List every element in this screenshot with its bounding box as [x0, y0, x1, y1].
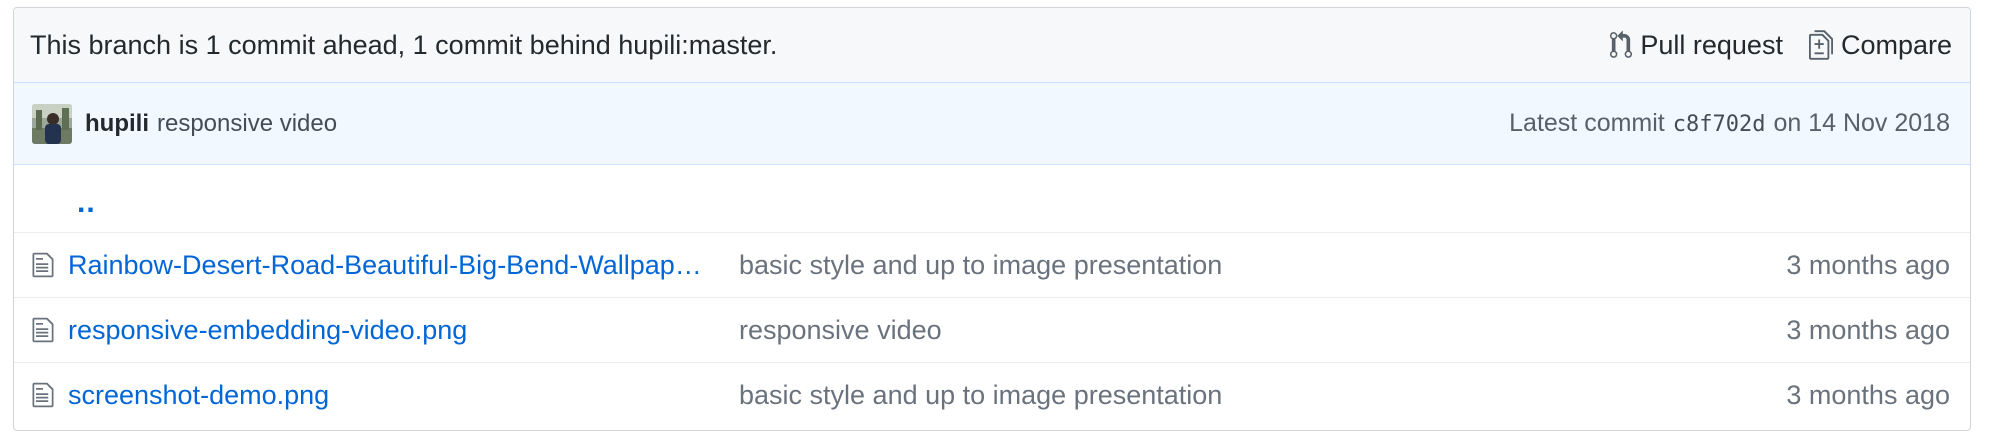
compare-label: Compare	[1840, 29, 1952, 60]
file-name-link[interactable]: responsive-embedding-video.png	[68, 315, 713, 346]
table-row: Rainbow-Desert-Road-Beautiful-Big-Bend-W…	[14, 232, 1970, 297]
file-name-link[interactable]: Rainbow-Desert-Road-Beautiful-Big-Bend-W…	[68, 250, 713, 281]
commit-sha[interactable]: c8f702d	[1673, 112, 1766, 137]
file-age: 3 months ago	[1786, 379, 1950, 410]
file-icon	[32, 251, 58, 279]
branch-actions: Pull request Compare	[1610, 30, 1952, 61]
pull-request-button[interactable]: Pull request	[1610, 30, 1783, 61]
file-commit-message[interactable]: basic style and up to image presentation	[739, 380, 1786, 411]
file-age: 3 months ago	[1786, 249, 1950, 280]
commit-summary: hupili responsive video	[32, 103, 337, 144]
file-commit-message[interactable]: basic style and up to image presentation	[739, 250, 1786, 281]
table-row: responsive-embedding-video.png responsiv…	[14, 297, 1970, 362]
git-pull-request-icon	[1610, 30, 1633, 60]
pull-request-label: Pull request	[1640, 29, 1783, 60]
commit-meta: Latest commit c8f702d on 14 Nov 2018	[1509, 109, 1950, 138]
parent-directory-link[interactable]: ..	[77, 187, 96, 218]
file-icon	[32, 316, 58, 344]
latest-commit-bar: hupili responsive video Latest commit c8…	[14, 83, 1970, 165]
branch-status-text: This branch is 1 commit ahead, 1 commit …	[30, 29, 778, 60]
file-commit-message[interactable]: responsive video	[739, 315, 1786, 346]
file-browser: This branch is 1 commit ahead, 1 commit …	[13, 7, 1971, 431]
file-icon	[32, 381, 58, 409]
file-name-link[interactable]: screenshot-demo.png	[68, 380, 713, 411]
commit-author[interactable]: hupili	[85, 110, 149, 138]
latest-commit-label: Latest commit	[1509, 109, 1665, 137]
commit-date: on 14 Nov 2018	[1773, 109, 1950, 137]
branch-info-bar: This branch is 1 commit ahead, 1 commit …	[14, 8, 1970, 83]
parent-directory-row: ..	[14, 165, 1970, 232]
file-age: 3 months ago	[1786, 314, 1950, 345]
commit-message[interactable]: responsive video	[157, 110, 337, 138]
avatar[interactable]	[32, 103, 72, 144]
compare-button[interactable]: Compare	[1808, 29, 1952, 61]
table-row: screenshot-demo.png basic style and up t…	[14, 362, 1970, 427]
file-diff-icon	[1808, 30, 1833, 60]
